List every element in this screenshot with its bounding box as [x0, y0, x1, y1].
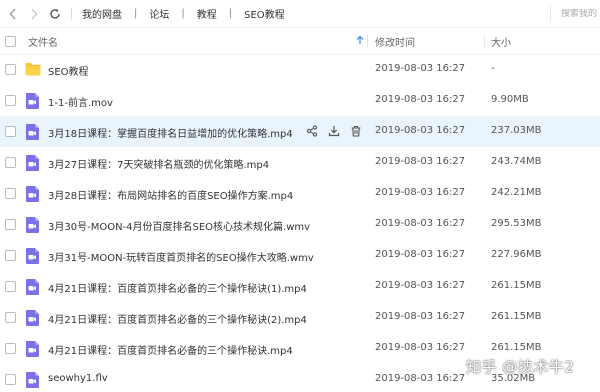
column-header-modified-time[interactable]: 修改时间: [375, 34, 415, 49]
breadcrumb-item-my-drive[interactable]: 我的网盘: [82, 6, 122, 21]
file-modified-time: 2019-08-03 16:27: [375, 342, 466, 353]
file-row[interactable]: 3月30号-MOON-4月份百度排名SEO核心技术规化篇.wmv 2019-08-…: [0, 209, 600, 240]
column-header-size[interactable]: 大小: [491, 34, 511, 49]
file-size: 227.96MB: [491, 249, 542, 260]
file-modified-time: 2019-08-03 16:27: [375, 94, 466, 105]
breadcrumb-item-forum[interactable]: 论坛: [149, 6, 169, 21]
file-name[interactable]: 3月30号-MOON-4月份百度排名SEO核心技术规化篇.wmv: [48, 218, 310, 233]
row-checkbox[interactable]: [5, 64, 16, 75]
file-size: 295.53MB: [491, 218, 542, 229]
file-size: 261.15MB: [491, 342, 542, 353]
video-file-icon: [25, 279, 40, 295]
file-size: 243.74MB: [491, 156, 542, 167]
file-name[interactable]: 4月21日课程：百度首页排名必备的三个操作秘诀.mp4: [48, 342, 293, 357]
file-name[interactable]: 3月27日课程：7天突破排名瓶颈的优化策略.mp4: [48, 156, 269, 171]
video-file-icon: [25, 124, 40, 140]
file-size: 261.15MB: [491, 311, 542, 322]
row-actions: [306, 125, 362, 137]
breadcrumb-separator: |: [228, 8, 233, 19]
file-size: 261.15MB: [491, 280, 542, 291]
file-modified-time: 2019-08-03 16:27: [375, 125, 466, 136]
share-icon[interactable]: [306, 125, 318, 137]
file-name[interactable]: 4月21日课程：百度首页排名必备的三个操作秘诀(2).mp4: [48, 311, 307, 326]
file-modified-time: 2019-08-03 16:27: [375, 373, 466, 384]
video-file-icon: [25, 186, 40, 202]
video-file-icon: [25, 93, 40, 109]
row-checkbox[interactable]: [5, 188, 16, 199]
row-checkbox[interactable]: [5, 219, 16, 230]
watermark: 知乎 @技术牛2: [466, 358, 575, 376]
file-name[interactable]: 4月21日课程：百度首页排名必备的三个操作秘诀(1).mp4: [48, 280, 307, 295]
file-size: 9.90MB: [491, 94, 529, 105]
file-modified-time: 2019-08-03 16:27: [375, 156, 466, 167]
row-checkbox[interactable]: [5, 281, 16, 292]
file-row[interactable]: 4月21日课程：百度首页排名必备的三个操作秘诀(1).mp4 2019-08-03…: [0, 271, 600, 302]
video-file-icon: [25, 310, 40, 326]
delete-icon[interactable]: [350, 125, 362, 137]
file-row[interactable]: 1-1-前言.mov 2019-08-03 16:27 9.90MB: [0, 85, 600, 116]
breadcrumb-separator: |: [181, 8, 185, 19]
toolbar: 我的网盘 | 论坛 | 教程 | SEO教程: [0, 0, 600, 28]
file-modified-time: 2019-08-03 16:27: [375, 280, 466, 291]
file-row[interactable]: 3月28日课程：布局网站排名的百度SEO操作方案.mp4 2019-08-03 1…: [0, 178, 600, 209]
file-modified-time: 2019-08-03 16:27: [375, 249, 466, 260]
row-checkbox[interactable]: [5, 95, 16, 106]
row-checkbox[interactable]: [5, 126, 16, 137]
sort-ascending-icon[interactable]: [356, 35, 364, 48]
back-arrow-icon[interactable]: [5, 5, 21, 23]
refresh-icon[interactable]: [47, 5, 63, 23]
column-divider[interactable]: [484, 35, 485, 47]
search-input[interactable]: [561, 8, 600, 19]
file-row[interactable]: 4月21日课程：百度首页排名必备的三个操作秘诀(2).mp4 2019-08-03…: [0, 302, 600, 333]
file-name[interactable]: 3月31号-MOON-玩转百度首页排名的SEO操作大攻略.wmv: [48, 249, 314, 264]
file-modified-time: 2019-08-03 16:27: [375, 218, 466, 229]
video-file-icon: [25, 372, 40, 388]
breadcrumb: 我的网盘 | 论坛 | 教程 | SEO教程: [82, 6, 285, 21]
file-list-header: 文件名 修改时间 大小: [0, 28, 600, 55]
file-modified-time: 2019-08-03 16:27: [375, 63, 466, 74]
file-modified-time: 2019-08-03 16:27: [375, 187, 466, 198]
file-modified-time: 2019-08-03 16:27: [375, 311, 466, 322]
row-checkbox[interactable]: [5, 250, 16, 261]
row-checkbox[interactable]: [5, 374, 16, 385]
file-size: 237.03MB: [491, 125, 542, 136]
file-row[interactable]: 3月31号-MOON-玩转百度首页排名的SEO操作大攻略.wmv 2019-08-…: [0, 240, 600, 271]
select-all-checkbox[interactable]: [5, 35, 16, 47]
file-size: -: [491, 63, 495, 74]
folder-icon: [25, 62, 41, 77]
file-name[interactable]: 3月18日课程：掌握百度排名日益增加的优化策略.mp4: [48, 125, 293, 140]
download-icon[interactable]: [328, 125, 340, 137]
file-name[interactable]: 1-1-前言.mov: [48, 94, 113, 109]
file-size: 242.21MB: [491, 187, 542, 198]
row-checkbox[interactable]: [5, 343, 16, 354]
breadcrumb-item-tutorial[interactable]: 教程: [197, 6, 217, 21]
breadcrumb-separator: |: [134, 8, 138, 19]
toolbar-divider: [71, 7, 72, 20]
row-checkbox[interactable]: [5, 157, 16, 168]
row-checkbox[interactable]: [5, 312, 16, 323]
breadcrumb-item-seo-tutorial: SEO教程: [244, 10, 285, 21]
file-row[interactable]: SEO教程 2019-08-03 16:27 -: [0, 54, 600, 85]
column-divider[interactable]: [367, 35, 368, 47]
file-name[interactable]: SEO教程: [48, 63, 89, 78]
forward-arrow-icon[interactable]: [26, 5, 42, 23]
file-row[interactable]: 3月18日课程：掌握百度排名日益增加的优化策略.mp4 2019-08-03 16…: [0, 116, 600, 147]
file-row[interactable]: 3月27日课程：7天突破排名瓶颈的优化策略.mp4 2019-08-03 16:2…: [0, 147, 600, 178]
column-header-name[interactable]: 文件名: [28, 34, 58, 49]
file-name[interactable]: seowhy1.flv: [48, 373, 108, 384]
video-file-icon: [25, 155, 40, 171]
video-file-icon: [25, 217, 40, 233]
search-box: [550, 5, 600, 22]
video-file-icon: [25, 341, 40, 357]
file-name[interactable]: 3月28日课程：布局网站排名的百度SEO操作方案.mp4: [48, 187, 293, 202]
video-file-icon: [25, 248, 40, 264]
